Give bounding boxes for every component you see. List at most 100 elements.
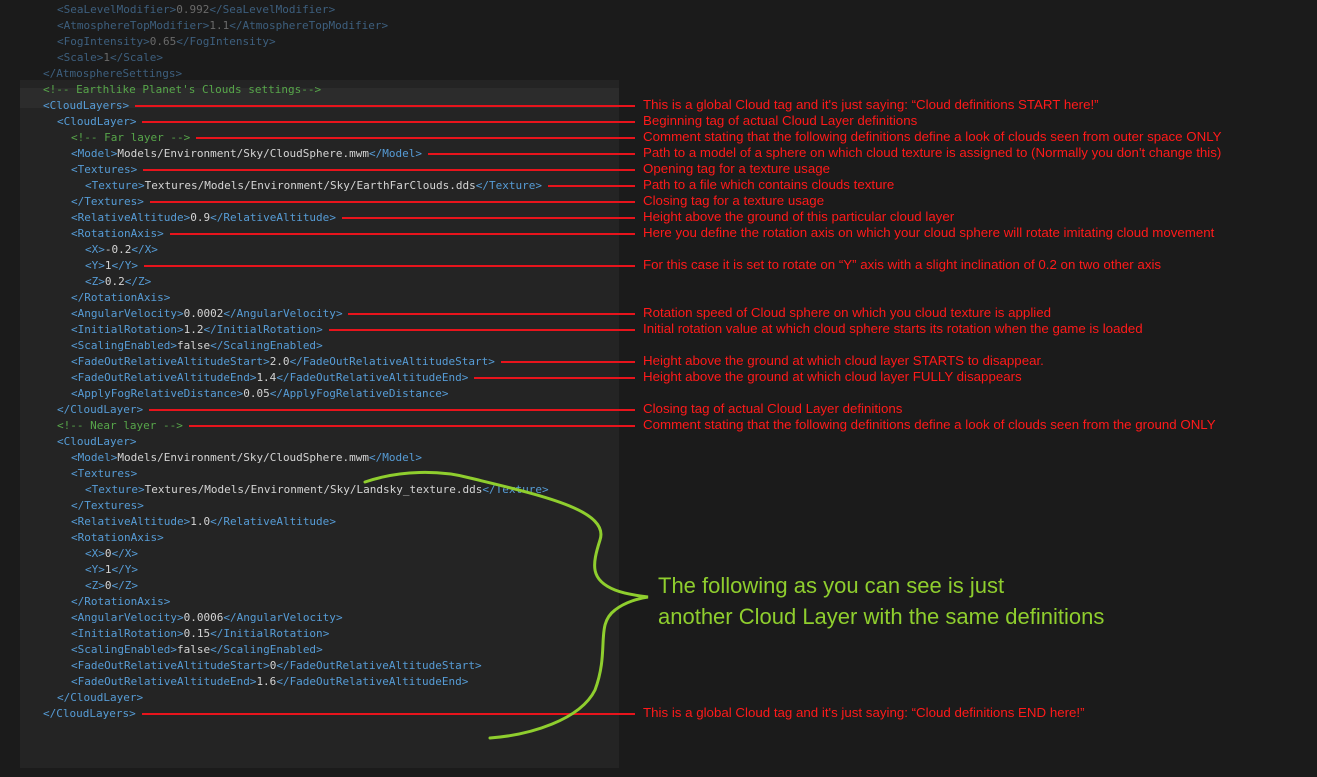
annotation-note: This is a global Cloud tag and it's just… [643,97,1099,112]
xml-tag-name: InitialRotation [216,323,317,336]
code-line: <FadeOutRelativeAltitudeEnd>1.4</FadeOut… [71,370,468,386]
xml-open-tag: <Textures> [71,467,138,480]
xml-tag-name: Textures [77,467,131,480]
annotation-arrow-line [329,329,635,331]
xml-tag-name: RelativeAltitude [223,515,330,528]
xml-tag-name: Model [77,147,111,160]
xml-close-tag: </AtmosphereTopModifier> [229,19,389,32]
code-line: <!-- Near layer --> [57,418,183,434]
xml-close-tag: </X> [131,243,158,256]
annotation-note: Rotation speed of Cloud sphere on which … [643,305,1052,320]
xml-value: 1 [104,563,112,576]
xml-tag-name: Scale [123,51,157,64]
xml-tag-name: ApplyFogRelativeDistance [77,387,237,400]
xml-comment: <!-- Near layer --> [57,419,183,432]
xml-value: 1.6 [256,675,277,688]
xml-close-tag: </RelativeAltitude> [210,211,336,224]
xml-tag-name: FogIntensity [189,35,269,48]
code-line: <InitialRotation>0.15</InitialRotation> [71,626,329,642]
code-line: <Y>1</Y> [85,258,138,274]
code-line: <CloudLayer> [57,434,136,450]
xml-close-tag: </SeaLevelModifier> [209,3,336,16]
xml-open-tag: <Textures> [71,163,138,176]
xml-close-tag: </Texture> [482,483,549,496]
annotation-arrow-line [348,313,635,315]
xml-tag-name: Z [124,579,132,592]
code-line: </Textures> [71,194,144,210]
xml-close-tag: </ScalingEnabled> [210,643,323,656]
xml-open-tag: <RotationAxis> [71,227,164,240]
annotation-arrow-line [150,201,635,203]
code-line: </RotationAxis> [71,290,170,306]
code-line: <CloudLayer> [57,114,136,130]
annotation-arrow-line [501,361,635,363]
xml-open-tag: <InitialRotation> [71,627,184,640]
code-line: </CloudLayers> [43,706,136,722]
code-line: <RelativeAltitude>1.0</RelativeAltitude> [71,514,336,530]
xml-close-tag: </CloudLayers> [43,707,136,720]
annotation-arrow-line [474,377,635,379]
annotation-note: Closing tag of actual Cloud Layer defini… [643,401,903,416]
xml-tag-name: AngularVelocity [236,611,336,624]
xml-close-tag: </FadeOutRelativeAltitudeStart> [289,355,495,368]
xml-value: 0 [104,547,112,560]
annotation-arrow-line [342,217,635,219]
xml-value: -0.2 [104,243,132,256]
xml-open-tag: <Texture> [85,179,145,192]
code-line: <FadeOutRelativeAltitudeEnd>1.6</FadeOut… [71,674,468,690]
xml-close-tag: </FadeOutRelativeAltitudeStart> [276,659,482,672]
xml-value: 0.0002 [183,307,224,320]
xml-tag-name: AngularVelocity [77,307,177,320]
code-line: <Y>1</Y> [85,562,138,578]
annotation-note: Here you define the rotation axis on whi… [643,225,1215,240]
xml-tag-name: CloudLayer [70,691,137,704]
xml-tag-name: X [91,547,99,560]
xml-value: false [176,643,211,656]
xml-value: 1 [103,51,110,64]
annotation-note: Opening tag for a texture usage [643,161,831,176]
xml-tag-name: ScalingEnabled [223,643,317,656]
xml-open-tag: <FadeOutRelativeAltitudeEnd> [71,675,257,688]
xml-close-tag: </RelativeAltitude> [210,515,336,528]
annotation-arrow-line [189,425,635,427]
xml-value: Models/Environment/Sky/CloudSphere.mwm [117,451,370,464]
xml-tag-name: FadeOutRelativeAltitudeEnd [289,371,462,384]
xml-close-tag: </RotationAxis> [71,291,171,304]
xml-open-tag: <Z> [85,275,105,288]
xml-open-tag: <Y> [85,563,105,576]
xml-open-tag: <AngularVelocity> [71,307,184,320]
xml-tag-name: FadeOutRelativeAltitudeStart [289,659,475,672]
xml-open-tag: <FadeOutRelativeAltitudeStart> [71,355,270,368]
code-line: <FadeOutRelativeAltitudeStart>2.0</FadeO… [71,354,495,370]
xml-tag-name: SeaLevelModifier [63,3,170,16]
xml-close-tag: </FadeOutRelativeAltitudeEnd> [276,675,469,688]
xml-value: Models/Environment/Sky/CloudSphere.mwm [117,147,370,160]
xml-tag-name: CloudLayer [63,435,130,448]
xml-tag-name: Z [138,275,145,288]
xml-open-tag: <InitialRotation> [71,323,184,336]
xml-tag-name: Texture [91,179,138,192]
xml-tag-name: X [124,547,132,560]
xml-tag-name: Texture [495,483,542,496]
code-line: <!-- Earthlike Planet's Clouds settings-… [43,82,321,98]
xml-tag-name: ScalingEnabled [77,643,171,656]
xml-open-tag: <FadeOutRelativeAltitudeEnd> [71,371,257,384]
xml-open-tag: <RelativeAltitude> [71,211,191,224]
xml-open-tag: <Scale> [57,51,104,64]
xml-tag-name: FadeOutRelativeAltitudeStart [302,355,489,368]
xml-open-tag: <ScalingEnabled> [71,339,177,352]
xml-tag-name: RotationAxis [77,227,158,240]
xml-open-tag: <ApplyFogRelativeDistance> [71,387,244,400]
xml-tag-name: RotationAxis [84,291,164,304]
code-line: <ScalingEnabled>false</ScalingEnabled> [71,338,323,354]
xml-tag-name: Texture [489,179,536,192]
xml-close-tag: </ScalingEnabled> [210,339,323,352]
xml-tag-name: Model [382,451,416,464]
xml-open-tag: <AngularVelocity> [71,611,184,624]
xml-tag-name: AngularVelocity [77,611,177,624]
code-line: <X>-0.2</X> [85,242,158,258]
xml-tag-name: Textures [77,163,131,176]
xml-tag-name: Y [124,563,132,576]
xml-open-tag: <FogIntensity> [57,35,150,48]
xml-tag-name: InitialRotation [223,627,323,640]
